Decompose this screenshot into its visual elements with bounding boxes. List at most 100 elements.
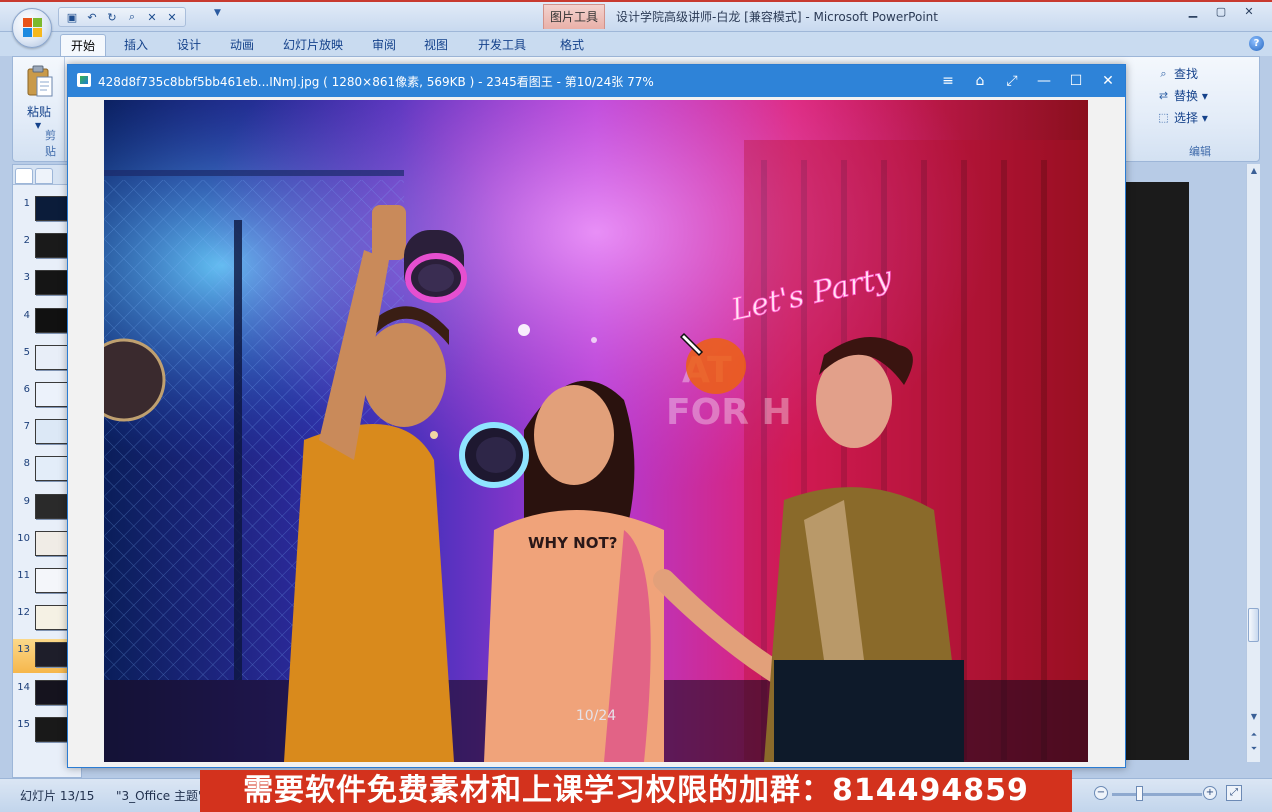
tab-design[interactable]: 设计: [167, 34, 211, 56]
zoom-slider[interactable]: [1112, 793, 1202, 796]
find-button[interactable]: ⌕ 查找: [1157, 65, 1198, 82]
zoom-in-button[interactable]: +: [1203, 786, 1217, 800]
minimize-button[interactable]: ▁: [1180, 3, 1206, 20]
select-button[interactable]: ⬚ 选择 ▾: [1157, 109, 1208, 126]
select-label: 选择 ▾: [1174, 111, 1208, 125]
photo-artwork: WHY NOT? AT FOR H Let's Party: [104, 100, 1088, 762]
slide-number: 11: [17, 570, 30, 581]
paste-icon[interactable]: [26, 65, 54, 97]
save-icon[interactable]: ▣: [64, 9, 80, 25]
replace-button[interactable]: ⇄ 替换 ▾: [1157, 87, 1208, 104]
tab-slideshow[interactable]: 幻灯片放映: [273, 34, 353, 56]
fit-to-window-icon[interactable]: ⤢: [1226, 785, 1242, 801]
prev-slide-icon[interactable]: ⏶: [1249, 730, 1259, 740]
editing-group: ⌕ 查找 ⇄ 替换 ▾ ⬚ 选择 ▾ 编辑: [1141, 57, 1259, 161]
close-doc-icon[interactable]: ✕: [144, 9, 160, 25]
pen-cursor-icon: [679, 332, 704, 357]
binoculars-icon: ⌕: [1160, 66, 1167, 80]
menu-icon[interactable]: ≡: [935, 69, 961, 93]
slide-thumbnail[interactable]: [35, 493, 69, 519]
quick-access-toolbar: ▣ ↶ ↻ ⌕ ✕ ✕: [58, 7, 186, 27]
customize-qat-dropdown[interactable]: ▼: [214, 8, 228, 26]
slide-thumbnail[interactable]: [35, 530, 69, 556]
tab-view[interactable]: 视图: [414, 34, 458, 56]
undo-icon[interactable]: ↶: [84, 9, 100, 25]
minimize-icon[interactable]: —: [1031, 69, 1057, 93]
find-label: 查找: [1174, 67, 1199, 81]
slide-number: 14: [17, 681, 30, 693]
slide-thumbnail[interactable]: [35, 716, 69, 742]
maximize-icon[interactable]: ☐: [1063, 69, 1089, 93]
replace-label: 替换 ▾: [1174, 89, 1208, 103]
party-photo[interactable]: WHY NOT? AT FOR H Let's Party: [104, 100, 1088, 762]
slide-thumbnail[interactable]: [35, 456, 69, 482]
office-logo-icon: [23, 18, 43, 38]
shirt-text: WHY NOT?: [528, 534, 617, 552]
restore-button[interactable]: ▢: [1208, 3, 1234, 20]
tab-home[interactable]: 开始: [60, 34, 107, 56]
window-controls: ▁ ▢ ✕: [1180, 3, 1262, 20]
slide-number: 3: [23, 272, 30, 284]
vertical-scrollbar[interactable]: ▲ ▼ ⏶ ⏷: [1246, 164, 1260, 762]
viewer-titlebar: 428d8f735c8bbf5bb461eb...INmJ.jpg ( 1280…: [68, 65, 1125, 97]
office-button[interactable]: [12, 8, 52, 48]
slide-number: 15: [17, 718, 30, 730]
slide-number: 13: [17, 644, 30, 656]
ribbon-tabs: 开始 插入 设计 动画 幻灯片放映 审阅 视图 开发工具 格式: [0, 32, 1272, 56]
zoom-slider-handle[interactable]: [1136, 786, 1143, 801]
scroll-down-icon[interactable]: ▼: [1249, 712, 1259, 721]
print-preview-icon[interactable]: ⌕: [124, 9, 140, 25]
zoom-out-button[interactable]: −: [1094, 786, 1108, 800]
next-slide-icon[interactable]: ⏷: [1249, 744, 1259, 754]
fullscreen-icon[interactable]: ⤢: [999, 69, 1025, 93]
tab-insert[interactable]: 插入: [114, 34, 158, 56]
help-icon[interactable]: ?: [1249, 36, 1264, 51]
slide-thumbnail[interactable]: [35, 307, 69, 333]
slide-thumbnail[interactable]: [35, 568, 69, 593]
slide-thumbnail[interactable]: [35, 270, 69, 296]
promo-banner: 需要软件免费素材和上课学习权限的加群：814494859: [200, 770, 1072, 812]
slide-number: 8: [23, 458, 30, 470]
slide-thumbnail[interactable]: [35, 642, 69, 668]
powerpoint-titlebar: ▣ ↶ ↻ ⌕ ✕ ✕ ▼ 图片工具 设计学院高级讲师-白龙 [兼容模式] - …: [0, 0, 1272, 32]
tab-outline[interactable]: [35, 168, 53, 184]
slide-thumbnail[interactable]: [35, 419, 69, 445]
slide-counter-status: 幻灯片 13/15: [20, 789, 95, 803]
close-button[interactable]: ✕: [1236, 3, 1262, 20]
tab-slides-thumbnails[interactable]: [15, 168, 33, 184]
tab-review[interactable]: 审阅: [362, 34, 406, 56]
slide-canvas-edge: [1126, 182, 1189, 760]
slide-number: 10: [17, 532, 30, 544]
tab-animations[interactable]: 动画: [220, 34, 264, 56]
title-accent-strip: [0, 0, 1272, 2]
image-counter: 10/24: [575, 708, 617, 724]
tab-developer[interactable]: 开发工具: [468, 34, 536, 56]
slide-number: 12: [17, 607, 30, 619]
replace-icon: ⇄: [1158, 89, 1169, 102]
close-icon[interactable]: ✕: [164, 9, 180, 25]
redo-icon[interactable]: ↻: [104, 9, 120, 25]
clipboard-caption: 剪贴: [45, 129, 56, 158]
chevron-down-icon[interactable]: ▼: [35, 121, 41, 130]
slide-number: 1: [23, 198, 30, 209]
clipboard-group: 粘贴 ▼ 剪贴: [13, 57, 65, 161]
editing-caption: 编辑: [1189, 145, 1211, 158]
select-cursor-icon: ⬚: [1158, 111, 1169, 124]
slide-thumbnail[interactable]: [35, 233, 69, 259]
slide-thumbnail[interactable]: [35, 605, 69, 631]
slide-number: 9: [23, 495, 30, 507]
slide-thumbnail[interactable]: [35, 679, 69, 705]
slide-thumbnail[interactable]: [35, 196, 69, 221]
close-icon[interactable]: ✕: [1095, 69, 1121, 93]
slide-number: 2: [23, 235, 30, 247]
skin-icon[interactable]: ⌂: [967, 69, 993, 93]
scroll-thumb[interactable]: [1248, 608, 1259, 642]
scroll-up-icon[interactable]: ▲: [1249, 166, 1259, 175]
slide-thumbnail[interactable]: [35, 344, 69, 370]
slide-thumbnail[interactable]: [35, 382, 69, 407]
theme-status[interactable]: "3_Office 主题": [116, 787, 204, 804]
tab-format[interactable]: 格式: [550, 34, 594, 56]
image-viewer-window: 428d8f735c8bbf5bb461eb...INmJ.jpg ( 1280…: [67, 64, 1126, 768]
paste-button-label[interactable]: 粘贴: [27, 103, 51, 120]
window-title: 设计学院高级讲师-白龙 [兼容模式] - Microsoft PowerPoin…: [616, 10, 938, 24]
